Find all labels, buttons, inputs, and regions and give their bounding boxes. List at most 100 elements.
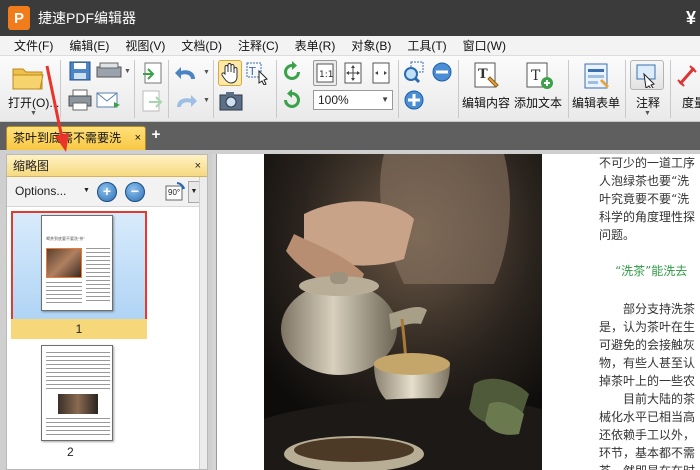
chevron-down-icon: ▼	[381, 95, 389, 104]
document-tab[interactable]: 茶叶到底需不需要洗 ×	[6, 126, 146, 150]
chevron-down-icon[interactable]: ▼	[83, 187, 90, 194]
undo-icon	[175, 67, 195, 79]
hand-tool-button[interactable]	[218, 60, 242, 86]
rotate-counterclockwise-button[interactable]	[280, 88, 304, 112]
document-text-line: 物，有些人甚至认	[599, 356, 696, 370]
menu-comment[interactable]: 注释(C)	[230, 37, 287, 54]
toolbar: 打开(O)... ▼ ▼ ▼ ▼ T 1:1 100% ▼ T 编辑内容 T 添…	[0, 56, 700, 122]
zoom-in-button[interactable]	[402, 88, 426, 112]
menu-window[interactable]: 窗口(W)	[455, 37, 514, 54]
document-text-line: 部分支持洗茶	[623, 302, 696, 316]
toolbar-separator	[398, 60, 399, 118]
toolbar-separator	[568, 60, 569, 118]
toolbar-separator	[168, 60, 169, 118]
undo-button[interactable]	[172, 62, 200, 84]
annotate-icon	[636, 64, 656, 88]
printer-icon	[68, 89, 92, 111]
measure-label: 度量	[682, 96, 700, 110]
toolbar-separator	[60, 60, 61, 118]
thumbnail-zoom-out-button[interactable]: −	[125, 182, 145, 202]
scan-dropdown-caret[interactable]: ▼	[124, 68, 131, 75]
svg-text:1:1: 1:1	[319, 70, 333, 80]
menu-file[interactable]: 文件(F)	[0, 37, 61, 54]
document-view[interactable]: 不可少的一道工序 人泡绿茶也要“洗 叶究竟要不要“洗 科学的角度理性探 问题。 …	[212, 154, 700, 470]
rotate-counterclockwise-icon	[284, 89, 300, 108]
close-icon[interactable]: ×	[135, 127, 141, 149]
add-text-label: 添加文本	[514, 96, 563, 110]
document-text-line: 问题。	[599, 228, 636, 242]
add-text-button[interactable]: T	[522, 60, 556, 92]
document-text-line: 叶究竟要不要“洗	[599, 192, 690, 206]
fit-width-button[interactable]	[369, 60, 393, 86]
text-select-icon: T	[246, 62, 268, 85]
add-tab-icon[interactable]: +	[149, 127, 163, 142]
thumbnail-page-2-text	[46, 352, 110, 390]
document-text-line: 不可少的一道工序	[599, 156, 696, 170]
tea-photo-illustration	[264, 154, 542, 470]
edit-content-label: 编辑内容	[462, 96, 511, 110]
thumbnail-scrollbar[interactable]	[199, 177, 207, 469]
close-icon[interactable]: ×	[195, 155, 201, 177]
thumbnail-zoom-in-button[interactable]: +	[97, 182, 117, 202]
document-text-line: 掉茶叶上的一些农	[599, 374, 696, 388]
marquee-zoom-button[interactable]	[402, 60, 426, 84]
svg-text:T: T	[478, 67, 488, 82]
svg-text:T: T	[531, 68, 541, 84]
edit-form-button[interactable]	[580, 60, 614, 92]
menu-edit[interactable]: 编辑(E)	[61, 37, 117, 54]
scan-button[interactable]	[96, 60, 122, 82]
actual-size-button[interactable]: 1:1	[313, 60, 337, 86]
zoom-in-icon	[404, 90, 424, 110]
thumbnail-panel-header: 缩略图 ×	[7, 155, 207, 177]
menu-tools[interactable]: 工具(T)	[399, 37, 454, 54]
toolbar-separator	[625, 60, 626, 118]
document-text-line: 是，认为茶叶在生	[599, 320, 696, 334]
save-button[interactable]	[68, 60, 92, 82]
redo-button[interactable]	[172, 90, 200, 112]
export-button[interactable]	[140, 90, 164, 114]
title-bar: P 捷速PDF编辑器 ¥	[0, 0, 700, 36]
thumbnail-page-2[interactable]	[41, 345, 113, 441]
camera-icon	[219, 92, 243, 111]
email-icon	[96, 92, 120, 108]
email-button[interactable]	[96, 88, 122, 112]
menu-document[interactable]: 文档(D)	[173, 37, 230, 54]
document-text-line: 科学的角度理性探	[599, 210, 696, 224]
document-text-top: 不可少的一道工序 人泡绿茶也要“洗 叶究竟要不要“洗 科学的角度理性探 问题。	[599, 154, 695, 244]
thumbnail-page-1-text	[46, 282, 82, 304]
undo-dropdown-caret[interactable]: ▼	[203, 69, 210, 76]
open-dropdown-caret[interactable]: ▼	[30, 110, 37, 117]
menu-view[interactable]: 视图(V)	[117, 37, 173, 54]
zoom-select[interactable]: 100% ▼	[313, 90, 393, 110]
document-tab-label: 茶叶到底需不需要洗	[13, 131, 122, 145]
zoom-out-button[interactable]	[430, 60, 454, 84]
snapshot-button[interactable]	[218, 90, 244, 112]
thumbnail-panel-title: 缩略图	[13, 159, 50, 173]
import-button[interactable]	[140, 62, 164, 86]
actual-size-icon: 1:1	[316, 63, 334, 83]
zoom-out-icon	[432, 62, 452, 82]
menu-form[interactable]: 表单(R)	[287, 37, 344, 54]
edit-content-button[interactable]: T	[470, 60, 504, 92]
thumbnail-page-2-label: 2	[67, 445, 74, 459]
hand-icon	[221, 63, 238, 84]
menu-object[interactable]: 对象(B)	[343, 37, 399, 54]
fit-page-button[interactable]	[341, 60, 365, 86]
measure-button[interactable]	[676, 60, 700, 90]
print-button[interactable]	[68, 88, 92, 112]
options-menu-button[interactable]: Options...	[15, 184, 66, 198]
toolbar-separator	[134, 60, 135, 118]
redo-dropdown-caret[interactable]: ▼	[203, 97, 210, 104]
measure-icon	[677, 65, 697, 87]
toolbar-separator	[213, 60, 214, 118]
open-button[interactable]	[10, 62, 46, 92]
thumbnail-page-1-label: 1	[11, 319, 147, 339]
annotate-button[interactable]	[630, 60, 664, 90]
annotate-dropdown-caret[interactable]: ▼	[644, 110, 651, 117]
add-text-icon: T	[526, 62, 553, 89]
fit-page-icon	[344, 62, 362, 84]
fit-width-icon	[372, 62, 390, 84]
select-text-button[interactable]: T	[245, 60, 269, 86]
rotate-clockwise-button[interactable]	[280, 60, 304, 84]
rotate-pages-button[interactable]: 90°	[163, 181, 187, 203]
